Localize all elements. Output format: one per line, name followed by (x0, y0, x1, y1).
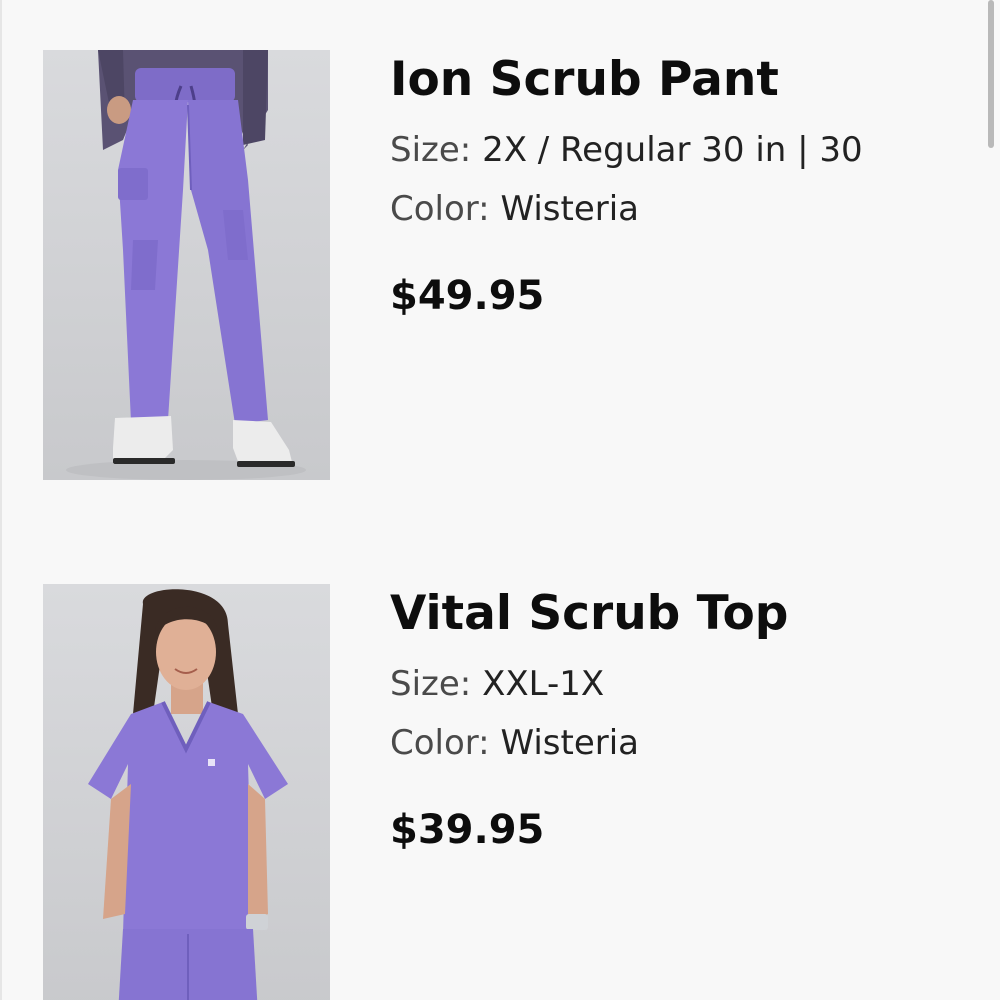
color-label: Color: (390, 723, 490, 763)
product-title[interactable]: Vital Scrub Top (390, 586, 788, 641)
cart-page: Ion Scrub Pant Size: 2X / Regular 30 in … (0, 0, 1000, 1000)
product-price: $39.95 (390, 807, 545, 853)
scrub-pant-product-image (66, 50, 306, 480)
scrub-top-product-image (88, 589, 288, 1000)
left-divider (0, 0, 2, 1000)
product-color: Color: Wisteria (390, 189, 639, 229)
color-value: Wisteria (500, 723, 639, 763)
size-label: Size: (390, 664, 472, 704)
size-label: Size: (390, 130, 472, 170)
color-label: Color: (390, 189, 490, 229)
product-title[interactable]: Ion Scrub Pant (390, 52, 779, 107)
product-size: Size: XXL-1X (390, 664, 604, 704)
size-value: 2X / Regular 30 in | 30 (482, 130, 863, 170)
size-value: XXL-1X (482, 664, 605, 704)
product-size: Size: 2X / Regular 30 in | 30 (390, 130, 863, 170)
product-image[interactable] (43, 584, 330, 1000)
product-color: Color: Wisteria (390, 723, 639, 763)
color-value: Wisteria (500, 189, 639, 229)
product-price: $49.95 (390, 273, 545, 319)
scrollbar[interactable] (988, 0, 994, 148)
product-image[interactable] (43, 50, 330, 480)
